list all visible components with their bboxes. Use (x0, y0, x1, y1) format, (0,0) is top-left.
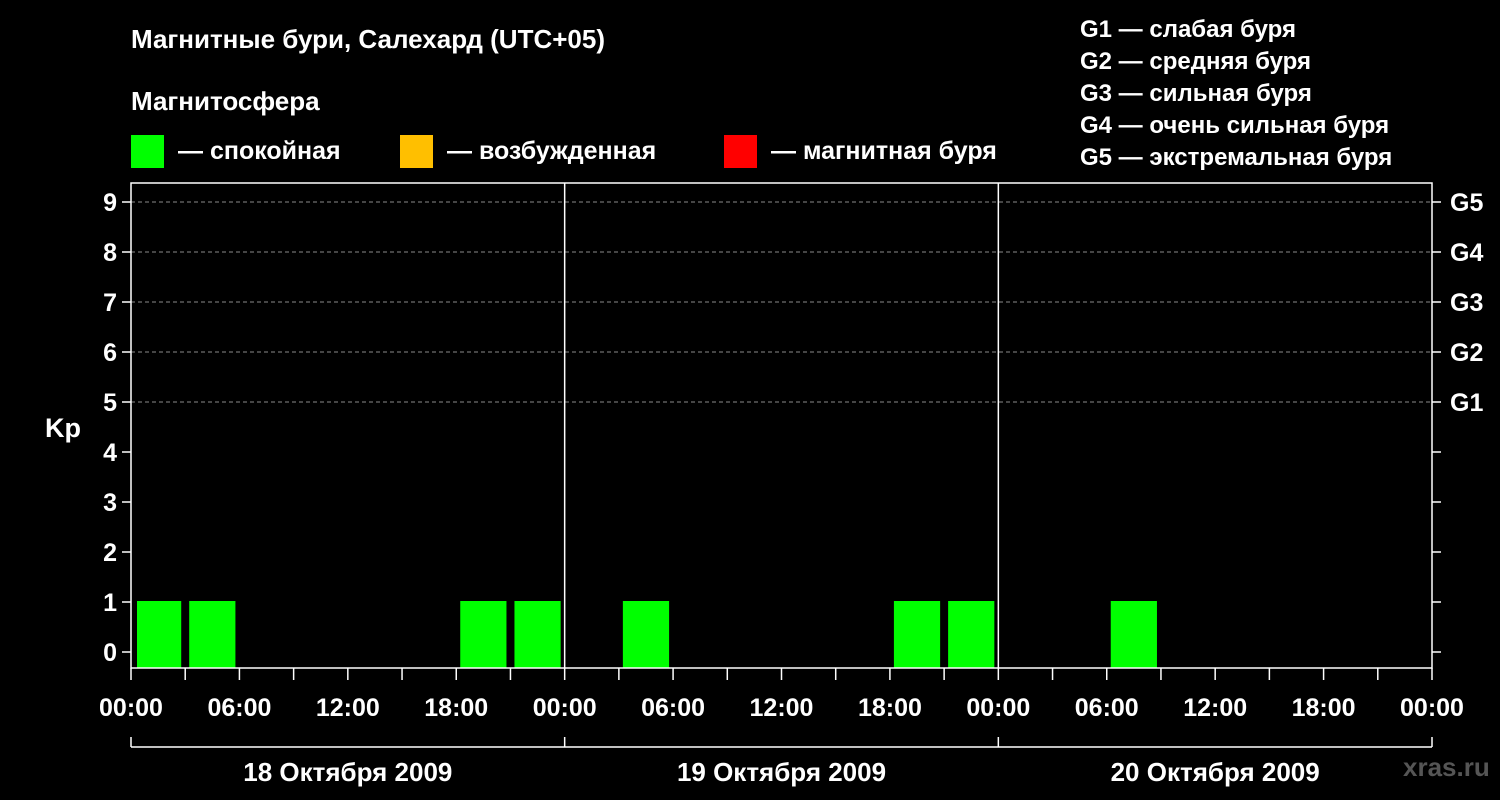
y-tick-label: 0 (103, 639, 117, 667)
x-tick-label: 12:00 (750, 694, 814, 722)
kp-bar (137, 601, 182, 668)
g-axis-label: G3 (1450, 289, 1483, 317)
day-label: 19 Октября 2009 (677, 757, 886, 787)
kp-bar (1110, 601, 1157, 668)
y-tick-label: 3 (103, 489, 117, 517)
y-tick-label: 9 (103, 189, 117, 217)
kp-bar (189, 601, 236, 668)
x-tick-label: 00:00 (99, 694, 163, 722)
kp-bar (948, 601, 995, 668)
x-tick-label: 12:00 (1183, 694, 1247, 722)
kp-bar (622, 601, 670, 668)
x-tick-label: 00:00 (533, 694, 597, 722)
y-tick-label: 7 (103, 289, 117, 317)
g-axis-label: G1 (1450, 389, 1483, 417)
x-tick-label: 12:00 (316, 694, 380, 722)
y-tick-label: 4 (103, 439, 117, 467)
plot-frame (130, 182, 1433, 669)
x-tick-label: 18:00 (858, 694, 922, 722)
x-tick-label: 06:00 (207, 694, 271, 722)
x-tick-label: 18:00 (1292, 694, 1356, 722)
y-tick-label: 1 (103, 589, 117, 617)
x-tick-label: 18:00 (424, 694, 488, 722)
y-tick-label: 8 (103, 239, 117, 267)
y-axis-label: Kp (45, 413, 81, 443)
y-tick-label: 6 (103, 339, 117, 367)
g-axis-label: G5 (1450, 189, 1483, 217)
x-tick-label: 06:00 (641, 694, 705, 722)
y-tick-label: 2 (103, 539, 117, 567)
day-label: 18 Октября 2009 (243, 757, 452, 787)
y-tick-label: 5 (103, 389, 117, 417)
kp-bar (460, 601, 507, 668)
x-tick-label: 00:00 (966, 694, 1030, 722)
g-axis-label: G2 (1450, 339, 1483, 367)
day-label: 20 Октября 2009 (1111, 757, 1320, 787)
kp-chart: 0 1 2 3 4 5 6 7 8 9 G1 G2 G3 G4 G5 Kp 00:00 06:00 12:00 18:… (45, 182, 1483, 787)
x-tick-label: 00:00 (1400, 694, 1464, 722)
g-axis-label: G4 (1450, 239, 1483, 267)
x-tick-label: 06:00 (1075, 694, 1139, 722)
kp-bar (514, 601, 561, 668)
kp-bar (893, 601, 941, 668)
watermark: xras.ru (1403, 752, 1490, 782)
